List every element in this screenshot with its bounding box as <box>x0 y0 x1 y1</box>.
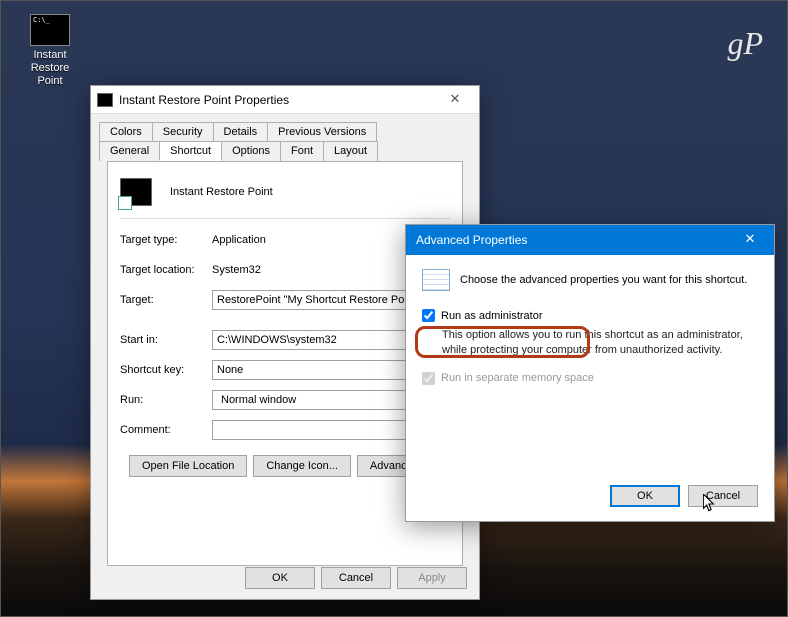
close-icon[interactable]: ✕ <box>437 89 473 111</box>
separate-memory-checkbox <box>422 372 435 385</box>
desktop-background: gP Instant Restore Point Instant Restore… <box>0 0 788 617</box>
cmd-icon <box>30 14 70 46</box>
shortcut-name: Instant Restore Point <box>170 186 273 198</box>
tab-options[interactable]: Options <box>221 141 281 161</box>
comment-label: Comment: <box>120 424 212 436</box>
tab-layout[interactable]: Layout <box>323 141 378 161</box>
shortcut-key-label: Shortcut key: <box>120 364 212 376</box>
open-file-location-button[interactable]: Open File Location <box>129 455 247 477</box>
run-as-admin-description: This option allows you to run this short… <box>442 328 758 358</box>
properties-title: Instant Restore Point Properties <box>119 93 437 107</box>
properties-titlebar[interactable]: Instant Restore Point Properties ✕ <box>91 86 479 114</box>
run-as-admin-label: Run as administrator <box>441 310 543 322</box>
tab-details[interactable]: Details <box>213 122 269 141</box>
tab-general[interactable]: General <box>99 141 160 161</box>
close-icon[interactable]: ✕ <box>732 229 768 251</box>
target-type-label: Target type: <box>120 234 212 246</box>
shortcut-icon <box>120 178 152 206</box>
advanced-ok-button[interactable]: OK <box>610 485 680 507</box>
target-label: Target: <box>120 294 212 306</box>
advanced-intro: Choose the advanced properties you want … <box>460 274 747 286</box>
tab-shortcut[interactable]: Shortcut <box>159 141 222 161</box>
run-as-admin-checkbox[interactable] <box>422 309 435 322</box>
change-icon-button[interactable]: Change Icon... <box>253 455 351 477</box>
run-as-admin-option[interactable]: Run as administrator <box>422 309 758 322</box>
target-location-label: Target location: <box>120 264 212 276</box>
advanced-title: Advanced Properties <box>412 233 732 247</box>
desktop-shortcut-label: Instant Restore Point <box>22 49 78 89</box>
desktop-shortcut-instant-restore[interactable]: Instant Restore Point <box>22 14 78 89</box>
watermark: gP <box>727 25 763 62</box>
tab-previous-versions[interactable]: Previous Versions <box>267 122 377 141</box>
advanced-titlebar[interactable]: Advanced Properties ✕ <box>406 225 774 255</box>
advanced-cancel-button[interactable]: Cancel <box>688 485 758 507</box>
tab-colors[interactable]: Colors <box>99 122 153 141</box>
properties-page-icon <box>422 269 450 291</box>
cmd-icon <box>97 93 113 107</box>
tab-security[interactable]: Security <box>152 122 214 141</box>
run-label: Run: <box>120 394 212 406</box>
start-in-label: Start in: <box>120 334 212 346</box>
separate-memory-option: Run in separate memory space <box>422 372 758 385</box>
apply-button[interactable]: Apply <box>397 567 467 589</box>
ok-button[interactable]: OK <box>245 567 315 589</box>
advanced-properties-dialog: Advanced Properties ✕ Choose the advance… <box>405 224 775 522</box>
separate-memory-label: Run in separate memory space <box>441 372 594 384</box>
cancel-button[interactable]: Cancel <box>321 567 391 589</box>
tab-font[interactable]: Font <box>280 141 324 161</box>
